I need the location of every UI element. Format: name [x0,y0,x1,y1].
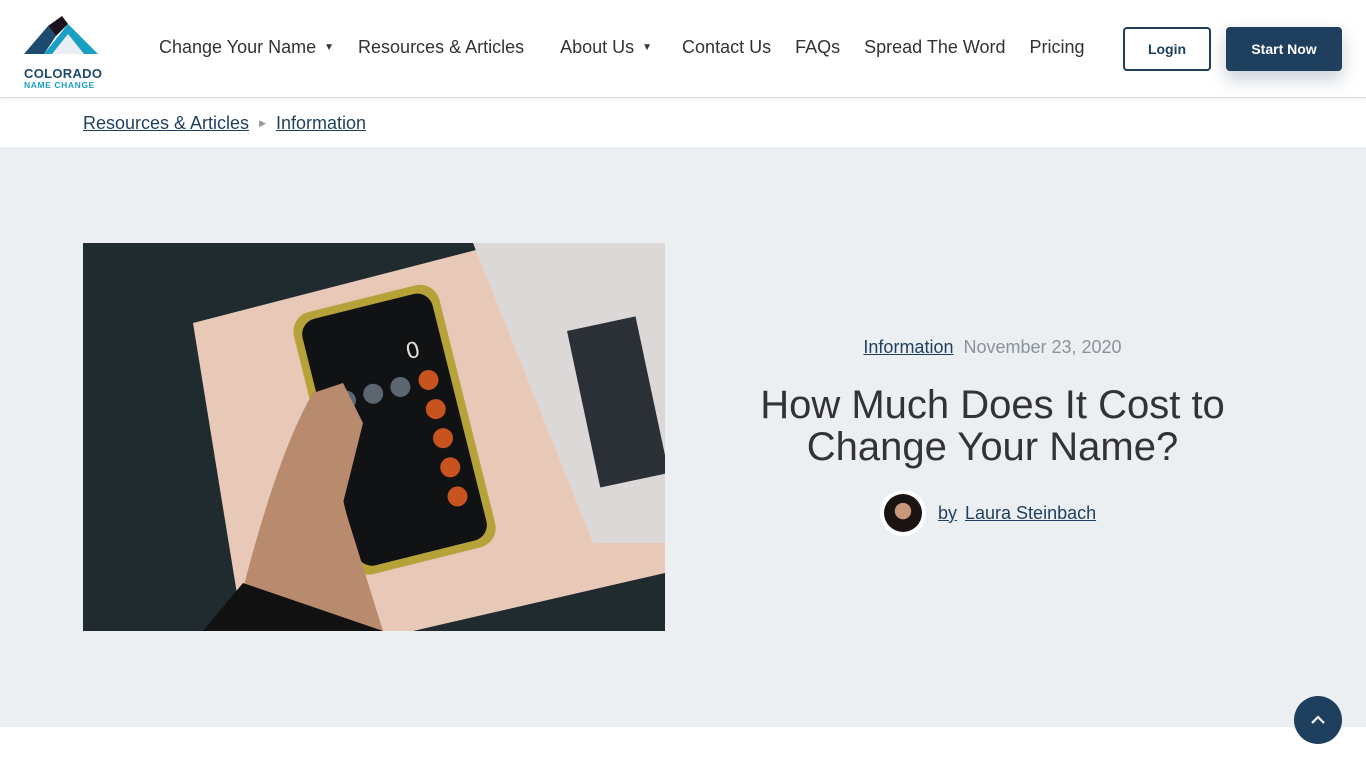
nav-resources[interactable]: Resources & Articles [358,37,524,58]
nav-label: Change Your Name [159,37,317,57]
nav-spread-the-word[interactable]: Spread The Word [864,37,1005,58]
article-image: 0 [83,243,665,631]
nav-change-your-name[interactable]: Change Your Name ▼ [159,37,334,58]
nav-label: Spread The Word [864,37,1006,57]
caret-down-icon: ▼ [642,42,653,53]
nav-about-us[interactable]: About Us ▼ [560,37,652,58]
chevron-up-icon [1311,715,1325,724]
nav-faqs[interactable]: FAQs [795,37,840,58]
caret-down-icon: ▼ [324,42,335,53]
site-header: COLORADO NAME CHANGE Change Your Name ▼ R… [0,0,1366,98]
breadcrumb-information[interactable]: Information [276,113,366,134]
breadcrumb-separator-icon: ▶ [259,118,266,128]
nav-label: Pricing [1029,37,1085,57]
back-to-top-button[interactable] [1294,696,1342,744]
nav-pricing[interactable]: Pricing [1030,37,1085,58]
nav-contact-us[interactable]: Contact Us [682,37,771,58]
nav-label: FAQs [795,37,841,57]
login-button[interactable]: Login [1123,27,1211,71]
article-meta: Information November 23, 2020 [700,337,1285,358]
article-title: How Much Does It Cost to Change Your Nam… [760,383,1225,469]
logo[interactable]: COLORADO NAME CHANGE [22,14,103,90]
article-hero: 0 Information November 23, 2020 How Much … [0,147,1366,727]
publish-date: November 23, 2020 [963,337,1122,357]
breadcrumb-resources[interactable]: Resources & Articles [83,113,249,134]
mountain-logo-icon [24,16,98,54]
by-label[interactable]: by [938,503,957,524]
main-nav: Change Your Name ▼ Resources & Articles A… [159,37,1109,58]
start-now-button[interactable]: Start Now [1226,27,1342,71]
nav-label: Resources & Articles [358,37,525,57]
logo-subtext: NAME CHANGE [24,80,95,90]
author-avatar[interactable] [880,490,926,536]
category-link[interactable]: Information [863,337,953,357]
breadcrumb: Resources & Articles ▶ Information [83,113,366,134]
nav-label: About Us [560,37,635,57]
nav-label: Contact Us [682,37,772,57]
logo-text: COLORADO [24,66,103,81]
author-byline: by Laura Steinbach [880,490,1104,536]
author-link[interactable]: Laura Steinbach [965,503,1096,524]
